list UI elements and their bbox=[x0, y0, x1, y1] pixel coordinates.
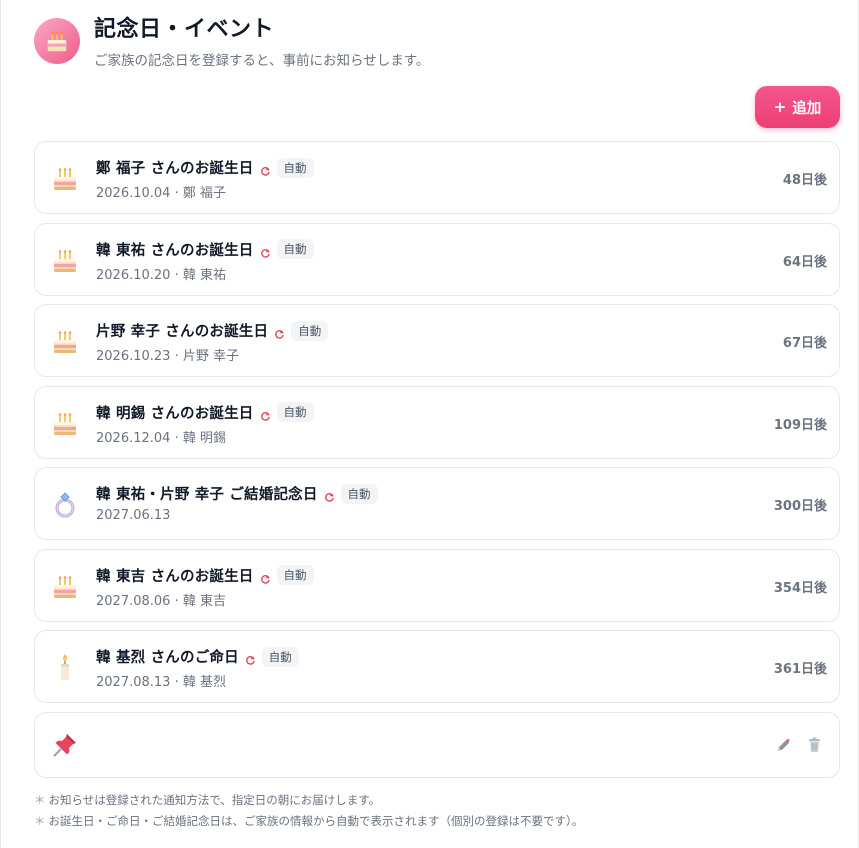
add-event-button[interactable]: + 追加 bbox=[755, 86, 840, 128]
manual-event-card[interactable] bbox=[34, 711, 840, 778]
auto-badge: 自動 bbox=[261, 646, 299, 667]
event-date: 2026.10.20 · 韓 東祐 bbox=[96, 267, 226, 283]
event-date: 2027.08.13 · 韓 基烈 bbox=[96, 675, 226, 690]
footnote-2: ＊お誕生日・ご命日・ご結婚記念日は、ご家族の情報から自動で表示されます（個別の登… bbox=[34, 811, 583, 832]
event-title-row: 鄭 福子 さんのお誕生日 自動 bbox=[96, 157, 314, 178]
event-title: 韓 明錫 さんのお誕生日 bbox=[96, 405, 254, 422]
event-card[interactable]: 韓 明錫 さんのお誕生日 自動 2026.12.04 · 韓 明錫 109日後 bbox=[34, 385, 840, 459]
ring-icon bbox=[50, 490, 80, 520]
auto-badge: 自動 bbox=[340, 483, 378, 504]
auto-badge: 自動 bbox=[276, 157, 314, 178]
footnote-1-text: お知らせは登録された通知方法で、指定日の朝にお届けします。 bbox=[48, 793, 381, 807]
days-remaining: 64日後 bbox=[782, 254, 827, 270]
days-remaining: 354日後 bbox=[773, 580, 827, 596]
event-title: 鄭 福子 さんのお誕生日 bbox=[96, 161, 254, 177]
note-mark: ＊ bbox=[34, 814, 46, 828]
recurring-icon bbox=[245, 651, 256, 665]
recurring-icon bbox=[260, 162, 271, 176]
event-title-row: 韓 基烈 さんのご命日 自動 bbox=[96, 646, 299, 667]
birthday-cake-icon bbox=[50, 327, 80, 357]
days-remaining: 67日後 bbox=[782, 336, 827, 351]
pencil-icon[interactable] bbox=[776, 737, 791, 753]
event-title: 韓 基烈 さんのご命日 bbox=[96, 650, 239, 666]
event-card[interactable]: 鄭 福子 さんのお誕生日 自動 2026.10.04 · 鄭 福子 48日後 bbox=[34, 141, 840, 214]
event-date: 2026.12.04 · 韓 明錫 bbox=[96, 430, 226, 446]
recurring-icon bbox=[324, 488, 335, 502]
event-date: 2027.06.13 bbox=[96, 508, 171, 523]
birthday-cake-icon bbox=[50, 572, 80, 602]
page-header: 記念日・イベント ご家族の記念日を登録すると、事前にお知らせします。 bbox=[34, 16, 429, 69]
footnote-2-text: お誕生日・ご命日・ご結婚記念日は、ご家族の情報から自動で表示されます（個別の登録… bbox=[48, 814, 584, 828]
event-card[interactable]: 片野 幸子 さんのお誕生日 自動 2026.10.23 · 片野 幸子 67日後 bbox=[34, 304, 840, 377]
event-title-row: 韓 東吉 さんのお誕生日 自動 bbox=[96, 565, 314, 586]
event-list: 鄭 福子 さんのお誕生日 自動 2026.10.04 · 鄭 福子 48日後韓 東祐 … bbox=[34, 141, 840, 778]
add-button-label: 追加 bbox=[792, 100, 822, 117]
recurring-icon bbox=[260, 244, 271, 258]
footnote-1: ＊お知らせは登録された通知方法で、指定日の朝にお届けします。 bbox=[34, 790, 583, 811]
auto-badge: 自動 bbox=[276, 402, 314, 422]
footnotes: ＊お知らせは登録された通知方法で、指定日の朝にお届けします。 ＊お誕生日・ご命日… bbox=[34, 790, 583, 832]
days-remaining: 361日後 bbox=[773, 662, 827, 677]
page-subtitle: ご家族の記念日を登録すると、事前にお知らせします。 bbox=[94, 53, 430, 69]
anniversary-page: 記念日・イベント ご家族の記念日を登録すると、事前にお知らせします。 + 追加 … bbox=[0, 0, 857, 848]
event-date: 2026.10.04 · 鄭 福子 bbox=[96, 186, 226, 201]
event-title: 韓 東吉 さんのお誕生日 bbox=[96, 568, 254, 585]
auto-badge: 自動 bbox=[276, 239, 314, 259]
event-title-row: 韓 東祐 さんのお誕生日 自動 bbox=[96, 239, 314, 260]
days-remaining: 300日後 bbox=[773, 499, 827, 514]
event-date: 2027.08.06 · 韓 東吉 bbox=[96, 593, 226, 609]
trash-icon[interactable] bbox=[808, 737, 821, 753]
note-mark: ＊ bbox=[34, 793, 46, 807]
event-title-row: 韓 東祐・片野 幸子 ご結婚記念日 自動 bbox=[96, 483, 378, 504]
auto-badge: 自動 bbox=[276, 565, 314, 585]
event-title-row: 韓 明錫 さんのお誕生日 自動 bbox=[96, 402, 314, 423]
birthday-cake-icon bbox=[50, 164, 80, 194]
event-card[interactable]: 韓 東祐・片野 幸子 ご結婚記念日 自動 2027.06.13 300日後 bbox=[34, 467, 840, 540]
event-title: 片野 幸子 さんのお誕生日 bbox=[96, 324, 269, 340]
recurring-icon bbox=[260, 570, 271, 584]
pushpin-icon bbox=[52, 732, 78, 758]
auto-badge: 自動 bbox=[291, 320, 329, 341]
days-remaining: 48日後 bbox=[782, 173, 827, 188]
plus-icon: + bbox=[773, 98, 787, 116]
birthday-cake-icon bbox=[50, 246, 80, 276]
event-title: 韓 東祐 さんのお誕生日 bbox=[96, 242, 254, 259]
event-date: 2026.10.23 · 片野 幸子 bbox=[96, 349, 239, 364]
event-card[interactable]: 韓 東祐 さんのお誕生日 自動 2026.10.20 · 韓 東祐 64日後 bbox=[34, 222, 840, 296]
candle-icon bbox=[50, 653, 80, 683]
days-remaining: 109日後 bbox=[773, 417, 827, 433]
recurring-icon bbox=[260, 407, 271, 421]
birthday-cake-icon bbox=[50, 409, 80, 439]
event-card[interactable]: 韓 基烈 さんのご命日 自動 2027.08.13 · 韓 基烈 361日後 bbox=[34, 630, 840, 703]
event-title-row: 片野 幸子 さんのお誕生日 自動 bbox=[96, 320, 329, 341]
event-card[interactable]: 韓 東吉 さんのお誕生日 自動 2027.08.06 · 韓 東吉 354日後 bbox=[34, 548, 840, 622]
event-title: 韓 東祐・片野 幸子 ご結婚記念日 bbox=[96, 487, 318, 503]
page-title: 記念日・イベント bbox=[94, 17, 275, 42]
recurring-icon bbox=[274, 325, 285, 339]
birthday-cake-icon bbox=[34, 18, 80, 64]
